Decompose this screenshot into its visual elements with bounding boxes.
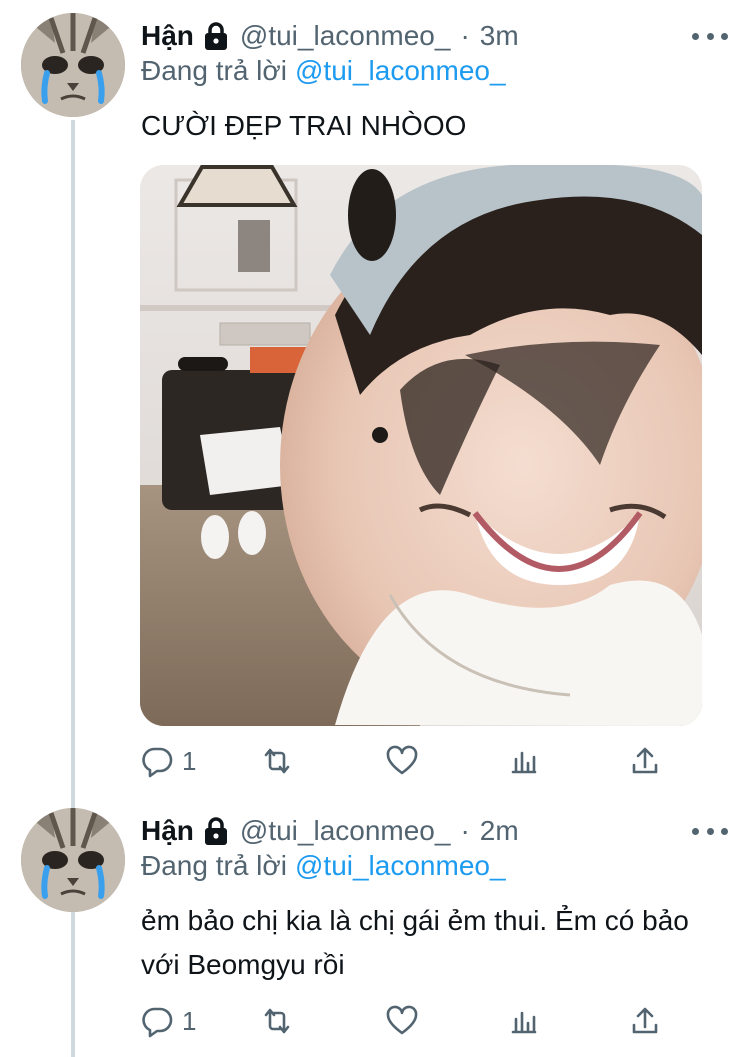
timestamp[interactable]: 3m (480, 20, 519, 52)
reply-button[interactable]: 1 (140, 741, 196, 781)
replying-to-label: Đang trả lời (141, 55, 287, 86)
like-button[interactable] (385, 741, 419, 781)
like-button[interactable] (385, 1001, 419, 1041)
cat-avatar-image (21, 13, 125, 117)
analytics-icon (511, 1011, 537, 1034)
retweet-button[interactable] (260, 1001, 294, 1041)
analytics-icon (511, 751, 537, 774)
tweet-actions: 1 (140, 741, 700, 781)
tweet-header: Hận @tui_laconmeo_ · 3m (141, 14, 728, 58)
more-icon[interactable] (692, 819, 728, 843)
lock-icon (202, 816, 230, 846)
timestamp[interactable]: 2m (480, 815, 519, 847)
tweet-actions: 1 (140, 1001, 700, 1041)
separator-dot: · (460, 20, 470, 51)
lock-icon (202, 21, 230, 51)
reply-mention-link[interactable]: @tui_laconmeo_ (295, 55, 506, 86)
display-name[interactable]: Hận (141, 20, 194, 52)
tweet-text: ẻm bảo chị kia là chị gái ẻm thui. Ẻm có… (141, 905, 689, 980)
tweet[interactable]: Hận @tui_laconmeo_ · 2m Đang trả lời @tui… (0, 795, 750, 1057)
replying-to: Đang trả lời @tui_laconmeo_ (141, 55, 506, 87)
share-button[interactable] (628, 741, 662, 781)
reply-button[interactable]: 1 (140, 1001, 196, 1041)
analytics-button[interactable] (507, 1001, 541, 1041)
retweet-icon (264, 748, 290, 774)
tweet-text: CƯỜI ĐẸP TRAI NHÒOO (141, 110, 467, 141)
cat-avatar-image (21, 808, 125, 912)
reply-mention-link[interactable]: @tui_laconmeo_ (295, 850, 506, 881)
tweet-photo[interactable] (140, 165, 702, 726)
heart-icon (386, 745, 418, 775)
heart-icon (386, 1005, 418, 1035)
retweet-icon (264, 1008, 290, 1034)
replying-to-label: Đang trả lời (141, 850, 287, 881)
photo-image (140, 165, 702, 726)
reply-icon (142, 1007, 173, 1038)
tweet[interactable]: Hận @tui_laconmeo_ · 3m Đang trả lời @tui… (0, 0, 750, 795)
separator-dot: · (460, 815, 470, 846)
share-icon (632, 1007, 658, 1034)
replying-to: Đang trả lời @tui_laconmeo_ (141, 850, 506, 882)
handle[interactable]: @tui_laconmeo_ (240, 815, 451, 847)
reply-count: 1 (182, 745, 197, 776)
more-icon[interactable] (692, 24, 728, 48)
retweet-button[interactable] (260, 741, 294, 781)
avatar[interactable] (21, 808, 125, 912)
reply-count: 1 (182, 1005, 197, 1036)
share-icon (632, 747, 658, 774)
reply-icon (142, 747, 173, 778)
tweet-header: Hận @tui_laconmeo_ · 2m (141, 809, 728, 853)
display-name[interactable]: Hận (141, 815, 194, 847)
share-button[interactable] (628, 1001, 662, 1041)
avatar[interactable] (21, 13, 125, 117)
analytics-button[interactable] (507, 741, 541, 781)
handle[interactable]: @tui_laconmeo_ (240, 20, 451, 52)
